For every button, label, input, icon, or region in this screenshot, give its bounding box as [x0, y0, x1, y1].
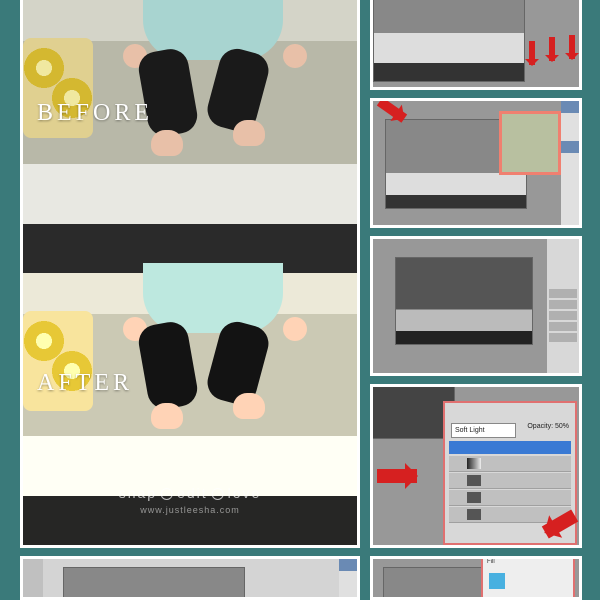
- layer-row[interactable]: [449, 473, 571, 489]
- step-thumbnail-6: Fill: [370, 556, 582, 600]
- tools-palette: [23, 559, 43, 597]
- opacity-label[interactable]: Opacity: 50%: [527, 423, 569, 430]
- selected-layer[interactable]: [449, 441, 571, 454]
- layers-sidebar: [547, 239, 579, 373]
- step-thumbnail-4: Soft Light Opacity: 50%: [370, 384, 582, 548]
- before-image: [23, 0, 357, 273]
- blend-mode-dropdown[interactable]: Soft Light: [451, 423, 516, 438]
- canvas-preview: [373, 0, 525, 82]
- tutorial-collage: BEFORE AFTER snapeditlove www.justleesha…: [0, 0, 600, 600]
- panels-sidebar: [561, 101, 579, 225]
- red-arrow-icon: [377, 98, 407, 123]
- step-thumbnail-2: [370, 98, 582, 228]
- before-after-panel: BEFORE AFTER snapeditlove www.justleesha…: [20, 0, 360, 548]
- step-thumbnail-3: [370, 236, 582, 376]
- canvas-preview: [63, 567, 245, 600]
- legs: [133, 50, 283, 140]
- layer-row[interactable]: [449, 490, 571, 506]
- color-swatch[interactable]: [489, 573, 505, 589]
- step-thumbnail-5: [20, 556, 360, 600]
- before-label: BEFORE: [37, 100, 153, 127]
- hand-right: [283, 44, 307, 68]
- texture-swatch: [499, 111, 561, 175]
- fill-dialog: Fill: [481, 556, 575, 600]
- canvas-preview: [395, 257, 533, 345]
- red-arrows-icon: [523, 25, 582, 85]
- layer-row[interactable]: [449, 456, 571, 472]
- dialog-title: Fill: [487, 559, 495, 565]
- panels-sidebar: [339, 559, 357, 597]
- red-arrow-icon: [377, 469, 417, 483]
- after-label: AFTER: [37, 370, 133, 397]
- step-thumbnail-1: [370, 0, 582, 90]
- watermark: snapeditlove www.justleesha.com: [119, 485, 262, 515]
